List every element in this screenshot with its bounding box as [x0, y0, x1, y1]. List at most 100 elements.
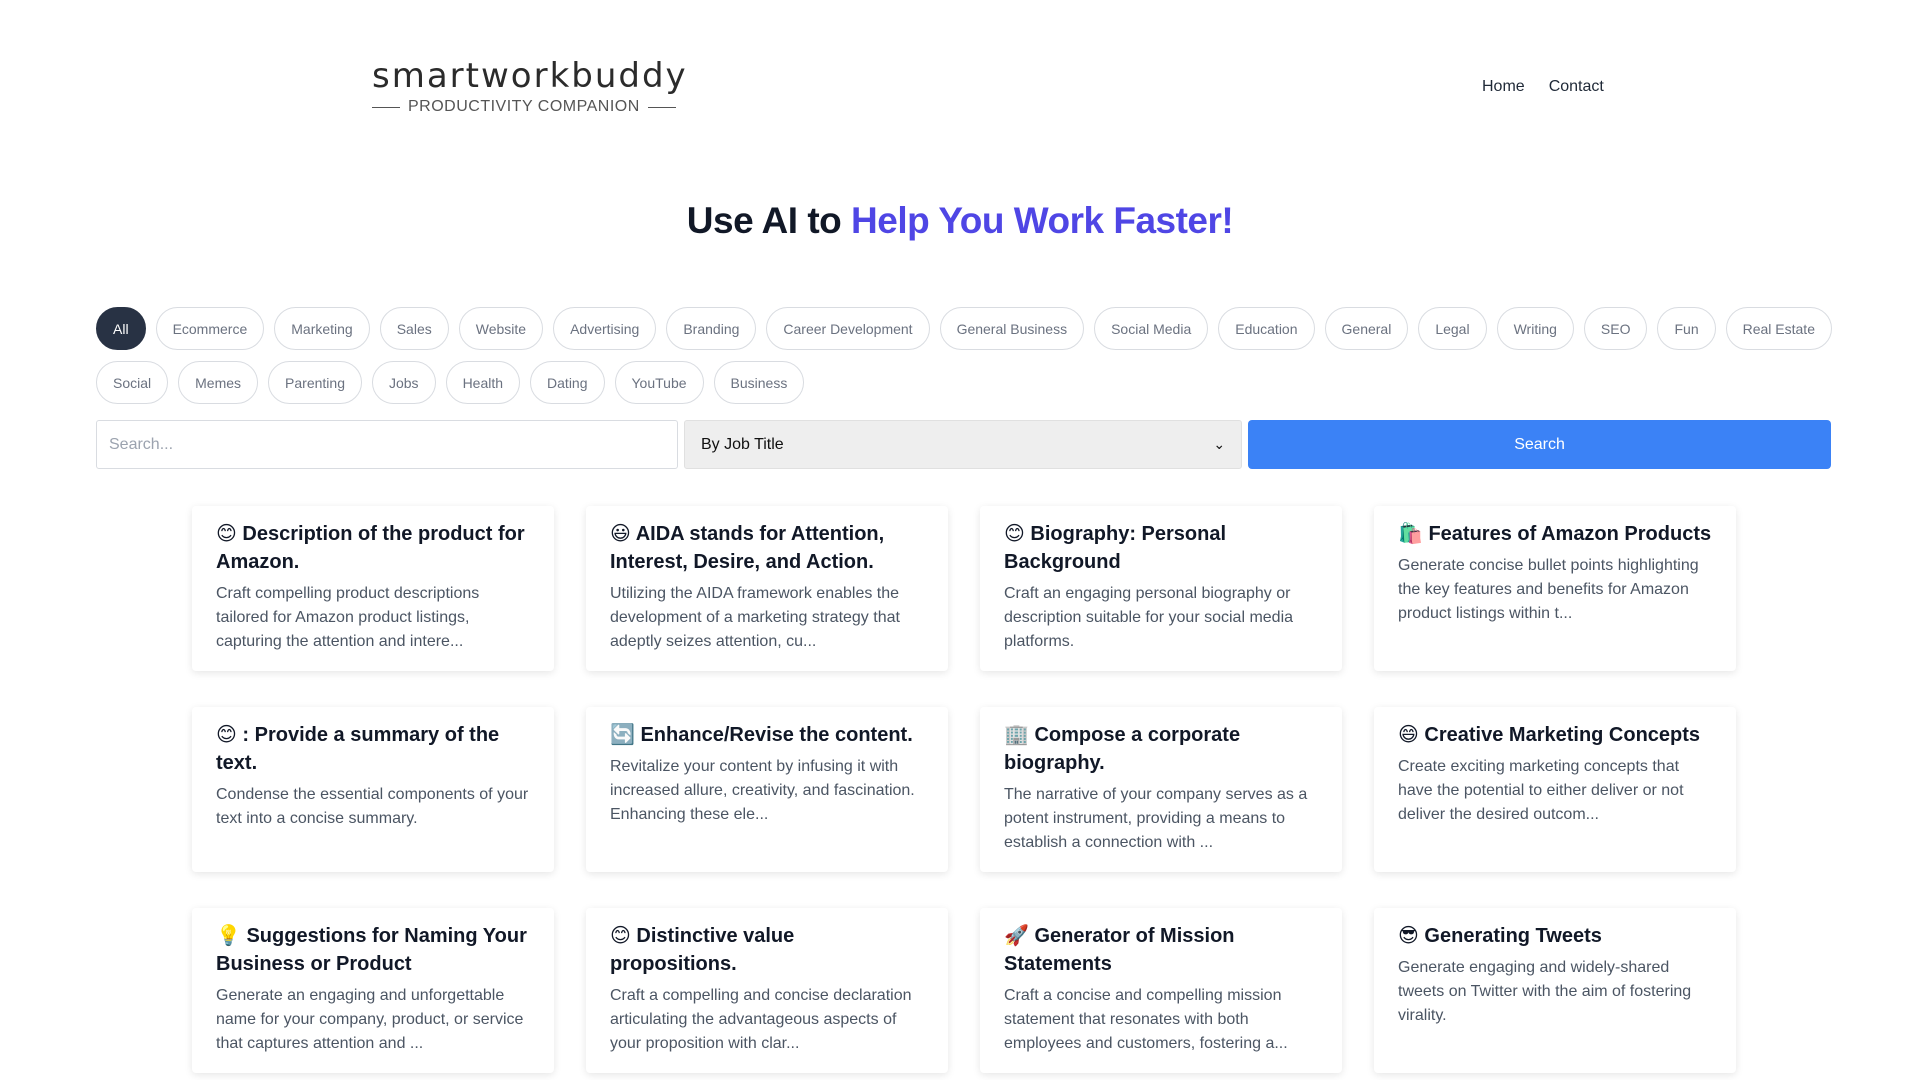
category-chip[interactable]: SEO	[1583, 307, 1648, 350]
category-chip[interactable]: Dating	[530, 361, 605, 404]
category-chip[interactable]: Marketing	[274, 307, 370, 350]
nav-link-home[interactable]: Home	[1482, 78, 1525, 96]
category-chip[interactable]: Parenting	[268, 361, 362, 404]
category-chip[interactable]: General Business	[939, 307, 1085, 350]
card-title-text: Distinctive value propositions.	[610, 925, 795, 975]
category-chip[interactable]: Branding	[666, 307, 757, 350]
card-description: Utilizing the AIDA framework enables the…	[610, 585, 900, 650]
card-description: Condense the essential components of you…	[216, 786, 529, 827]
card-emoji-icon: 😊	[610, 925, 631, 947]
card-title-text: Generator of Mission Statements	[1004, 925, 1235, 975]
card-description: Craft an engaging personal biography or …	[1004, 585, 1294, 650]
category-chip[interactable]: Health	[445, 361, 521, 404]
page-title-accent: Help You Work Faster!	[851, 200, 1234, 241]
card-title-text: Enhance/Revise the content.	[640, 724, 913, 746]
brand-tagline-row: PRODUCTIVITY COMPANION	[372, 98, 688, 116]
prompt-card[interactable]: 😊 Distinctive value propositions. Craft a…	[586, 908, 948, 1073]
category-chip[interactable]: Career Development	[766, 307, 930, 350]
card-description: The narrative of your company serves as …	[1004, 786, 1308, 851]
card-emoji-icon: 🚀	[1004, 925, 1029, 947]
page-title-lead: Use AI to	[686, 200, 852, 241]
card-title: 😊 Description of the product for Amazon.	[216, 520, 530, 576]
card-description: Generate concise bullet points highlight…	[1398, 557, 1699, 622]
card-emoji-icon: 😎	[1398, 925, 1419, 947]
category-chip[interactable]: YouTube	[614, 361, 704, 404]
prompt-card[interactable]: 🏢 Compose a corporate biography. The narr…	[980, 707, 1342, 872]
category-chip[interactable]: Sales	[379, 307, 449, 350]
card-title: 😊 Biography: Personal Background	[1004, 520, 1318, 576]
card-description: Revitalize your content by infusing it w…	[610, 758, 915, 823]
card-emoji-icon: 🛍️	[1398, 523, 1423, 545]
prompt-card[interactable]: 😎 Generating Tweets Generate engaging and…	[1374, 908, 1736, 1073]
category-chip[interactable]: Ecommerce	[155, 307, 265, 350]
prompt-card[interactable]: 💡 Suggestions for Naming Your Business o…	[192, 908, 554, 1073]
card-emoji-icon: 🏢	[1004, 724, 1029, 746]
search-filter-select[interactable]: By Job Title ⌄	[684, 420, 1243, 469]
search-filter-value: By Job Title	[701, 435, 784, 453]
category-chip[interactable]: Business	[713, 361, 805, 404]
card-title: 🚀 Generator of Mission Statements	[1004, 922, 1318, 978]
card-title-text: AIDA stands for Attention, Interest, Des…	[610, 523, 885, 573]
prompt-card[interactable]: 🚀 Generator of Mission Statements Craft a…	[980, 908, 1342, 1073]
card-description: Generate engaging and widely-shared twee…	[1398, 959, 1692, 1024]
search-button[interactable]: Search	[1248, 420, 1831, 469]
card-title: 😊 Distinctive value propositions.	[610, 922, 924, 978]
category-chip[interactable]: Advertising	[553, 307, 657, 350]
card-title: 🔄 Enhance/Revise the content.	[610, 721, 924, 749]
card-title-text: : Provide a summary of the text.	[216, 724, 500, 774]
card-emoji-icon: 😊	[216, 724, 237, 746]
card-title: 😎 Generating Tweets	[1398, 922, 1712, 950]
prompt-card-grid: 😊 Description of the product for Amazon.…	[192, 506, 1736, 1073]
category-chip[interactable]: Memes	[178, 361, 259, 404]
category-chip[interactable]: Jobs	[371, 361, 436, 404]
card-title-text: Generating Tweets	[1424, 925, 1602, 947]
card-title-text: Suggestions for Naming Your Business or …	[216, 925, 527, 975]
prompt-card[interactable]: 😃 AIDA stands for Attention, Interest, D…	[586, 506, 948, 671]
card-description: Craft compelling product descriptions ta…	[216, 585, 480, 650]
main-nav: Home Contact	[1482, 78, 1604, 96]
category-filter: All Ecommerce Marketing Sales Website Adverti…	[96, 307, 1836, 404]
category-chip[interactable]: All	[96, 307, 146, 350]
search-input[interactable]	[96, 420, 678, 469]
card-emoji-icon: 😃	[610, 523, 631, 545]
card-title: 😄 Creative Marketing Concepts	[1398, 721, 1712, 749]
card-description: Create exciting marketing concepts that …	[1398, 758, 1684, 823]
card-title-text: Description of the product for Amazon.	[216, 523, 525, 573]
category-chip[interactable]: Website	[458, 307, 544, 350]
card-title: 😃 AIDA stands for Attention, Interest, D…	[610, 520, 924, 576]
prompt-card[interactable]: 😄 Creative Marketing Concepts Create exci…	[1374, 707, 1736, 872]
card-title: 😊 : Provide a summary of the text.	[216, 721, 530, 777]
card-emoji-icon: 😊	[216, 523, 237, 545]
card-description: Craft a concise and compelling mission s…	[1004, 987, 1288, 1052]
category-chip[interactable]: General	[1324, 307, 1409, 350]
card-emoji-icon: 🔄	[610, 724, 635, 746]
page-title: Use AI to Help You Work Faster!	[0, 200, 1920, 242]
brand-tagline: PRODUCTIVITY COMPANION	[408, 98, 640, 115]
card-description: Craft a compelling and concise declarati…	[610, 987, 912, 1052]
prompt-card[interactable]: 🛍️ Features of Amazon Products Generate c…	[1374, 506, 1736, 671]
category-chip[interactable]: Legal	[1418, 307, 1487, 350]
card-emoji-icon: 💡	[216, 925, 241, 947]
prompt-card[interactable]: 😊 : Provide a summary of the text. Conden…	[192, 707, 554, 872]
card-title-text: Compose a corporate biography.	[1004, 724, 1241, 774]
prompt-card[interactable]: 😊 Description of the product for Amazon.…	[192, 506, 554, 671]
category-chip[interactable]: Social	[96, 361, 169, 404]
card-description: Generate an engaging and unforgettable n…	[216, 987, 524, 1052]
category-chip[interactable]: Education	[1218, 307, 1315, 350]
prompt-card[interactable]: 🔄 Enhance/Revise the content. Revitalize …	[586, 707, 948, 872]
category-chip[interactable]: Social Media	[1094, 307, 1209, 350]
card-title: 💡 Suggestions for Naming Your Business o…	[216, 922, 530, 978]
card-emoji-icon: 😄	[1398, 724, 1419, 746]
site-header: smartworkbuddy PRODUCTIVITY COMPANION Ho…	[0, 0, 1920, 140]
tagline-rule-right	[647, 106, 676, 108]
category-chip[interactable]: Real Estate	[1725, 307, 1832, 350]
brand-logo[interactable]: smartworkbuddy PRODUCTIVITY COMPANION	[372, 56, 688, 116]
nav-link-contact[interactable]: Contact	[1549, 78, 1604, 96]
tagline-rule-left	[372, 106, 400, 108]
category-chip[interactable]: Fun	[1657, 307, 1716, 350]
card-title-text: Biography: Personal Background	[1004, 523, 1227, 573]
card-title: 🛍️ Features of Amazon Products	[1398, 520, 1712, 548]
prompt-card[interactable]: 😊 Biography: Personal Background Craft an…	[980, 506, 1342, 671]
category-chip[interactable]: Writing	[1496, 307, 1574, 350]
card-title-text: Creative Marketing Concepts	[1424, 724, 1701, 746]
